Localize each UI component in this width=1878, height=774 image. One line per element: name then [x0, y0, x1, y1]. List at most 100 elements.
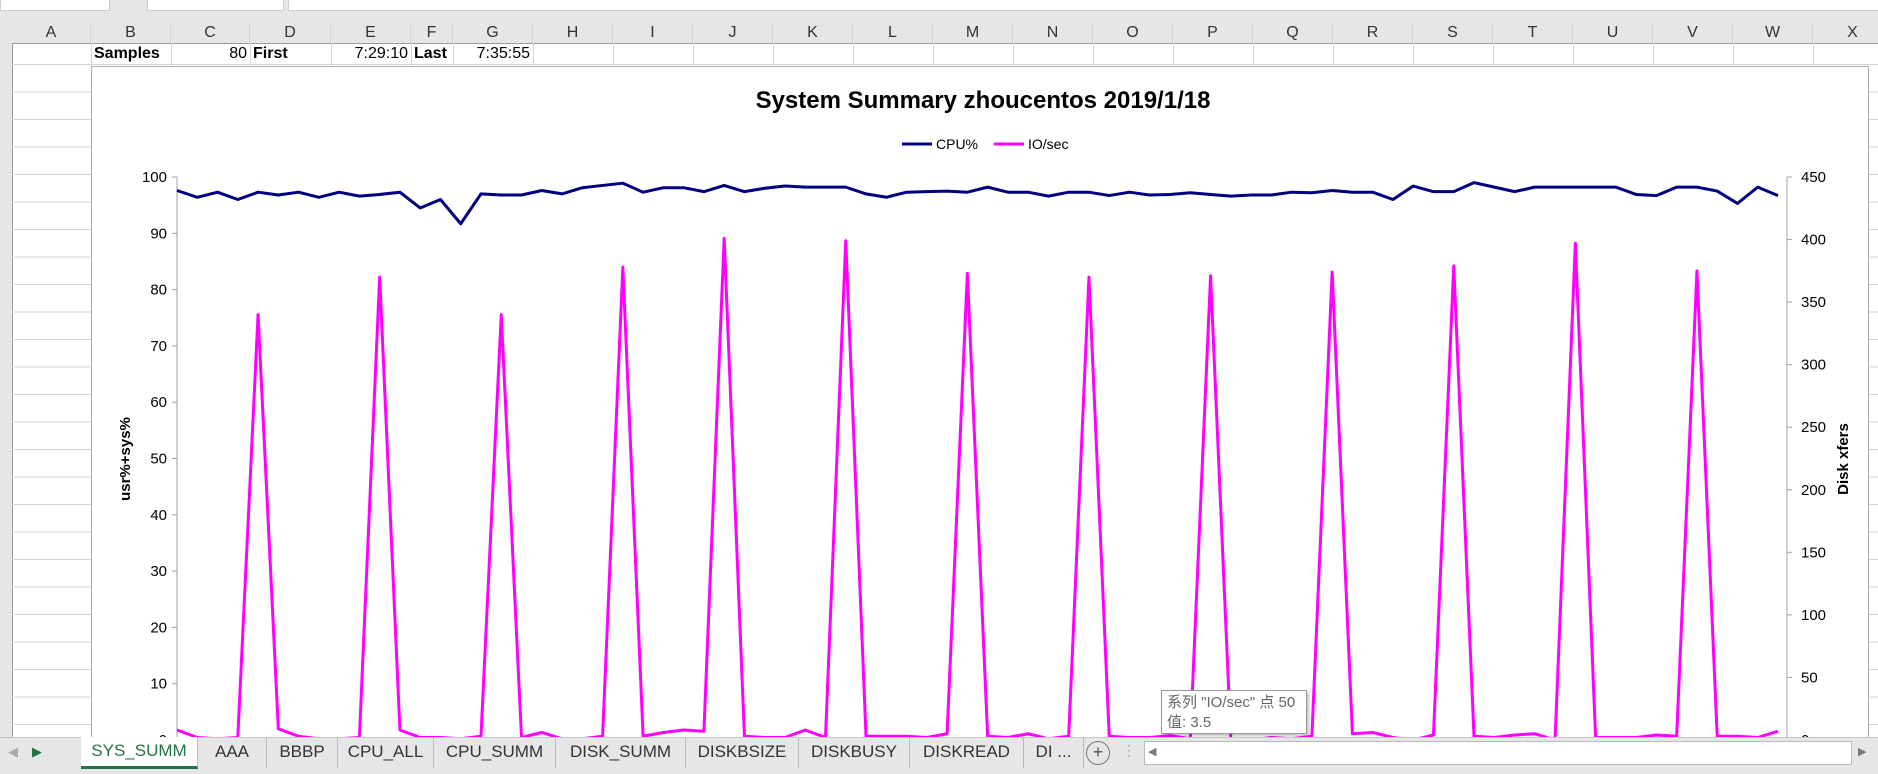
- y2-tick-label: 250: [1801, 419, 1826, 436]
- column-gridline: [1493, 43, 1494, 66]
- y-tick-label: 70: [150, 338, 167, 355]
- column-header-H[interactable]: H: [533, 22, 613, 43]
- column-header-A[interactable]: A: [12, 22, 91, 43]
- legend-io-label: IO/sec: [1028, 136, 1068, 152]
- y2-axis-title: Disk xfers: [1835, 423, 1852, 495]
- sheet-tab-cpu-all[interactable]: CPU_ALL: [338, 738, 434, 768]
- sheet-tab-disk-summ[interactable]: DISK_SUMM: [556, 738, 686, 768]
- y-tick-label: 100: [142, 169, 167, 186]
- column-gridline: [1413, 43, 1414, 66]
- y2-tick-label: 450: [1801, 169, 1826, 186]
- sheet-tab-bar: ◀ ▶ SYS_SUMM AAA BBBP CPU_ALL CPU_SUMM DISK_S…: [0, 737, 1878, 774]
- formula-buttons[interactable]: [147, 0, 284, 11]
- column-gridline: [1813, 43, 1814, 66]
- column-header-M[interactable]: M: [933, 22, 1013, 43]
- sheet-tab-di-[interactable]: DI ...: [1024, 738, 1084, 768]
- y-tick-label: 40: [150, 507, 167, 524]
- y2-tick-label: 50: [1801, 669, 1818, 686]
- column-gridline: [1173, 43, 1174, 66]
- sheet-tab-diskbsize[interactable]: DISKBSIZE: [686, 738, 799, 768]
- y2-tick-label: 350: [1801, 294, 1826, 311]
- y2-tick-label: 400: [1801, 232, 1826, 249]
- column-header-I[interactable]: I: [613, 22, 693, 43]
- column-gridline: [693, 43, 694, 66]
- column-header-C[interactable]: C: [171, 22, 250, 43]
- column-header-U[interactable]: U: [1573, 22, 1653, 43]
- samples-label[interactable]: Samples: [91, 43, 171, 65]
- column-gridline: [1093, 43, 1094, 66]
- column-gridline: [1733, 43, 1734, 66]
- column-header-bar: ABCDEFGHIJKLMNOPQRSTUVWX: [0, 22, 1878, 44]
- y2-tick-label: 300: [1801, 357, 1826, 374]
- column-header-E[interactable]: E: [331, 22, 411, 43]
- column-header-R[interactable]: R: [1333, 22, 1413, 43]
- chart-title: System Summary zhoucentos 2019/1/18: [756, 87, 1211, 114]
- column-header-O[interactable]: O: [1093, 22, 1173, 43]
- scroll-left-arrow-icon[interactable]: ◀: [1148, 745, 1156, 758]
- first-label[interactable]: First: [250, 43, 331, 65]
- formula-bar-area: [0, 0, 1878, 22]
- column-gridline: [1653, 43, 1654, 66]
- sheet-tab-sys-summ[interactable]: SYS_SUMM: [81, 737, 198, 769]
- chart[interactable]: System Summary zhoucentos 2019/1/18 CPU%…: [91, 66, 1869, 737]
- column-gridline: [533, 43, 534, 66]
- scroll-tabs-right-icon[interactable]: ▶: [32, 744, 42, 760]
- scroll-tabs-left-icon[interactable]: ◀: [8, 744, 18, 760]
- column-header-G[interactable]: G: [453, 22, 533, 43]
- add-sheet-icon[interactable]: +: [1086, 741, 1110, 765]
- data-point-tooltip: 系列 "IO/sec" 点 50 值: 3.5: [1161, 690, 1307, 734]
- y2-tick-label: 200: [1801, 482, 1826, 499]
- column-header-K[interactable]: K: [773, 22, 853, 43]
- formula-input[interactable]: [288, 0, 1878, 11]
- chart-svg: System Summary zhoucentos 2019/1/18 CPU%…: [117, 87, 1852, 737]
- sheet-tab-diskbusy[interactable]: DISKBUSY: [799, 738, 910, 768]
- column-header-S[interactable]: S: [1413, 22, 1493, 43]
- column-header-L[interactable]: L: [853, 22, 933, 43]
- y2-tick-label: 100: [1801, 607, 1826, 624]
- sheet-tab-cpu-summ[interactable]: CPU_SUMM: [434, 738, 556, 768]
- column-header-B[interactable]: B: [91, 22, 171, 43]
- column-header-N[interactable]: N: [1013, 22, 1093, 43]
- tooltip-series-line: 系列 "IO/sec" 点 50: [1167, 694, 1296, 711]
- name-box[interactable]: [0, 0, 110, 11]
- y-axis-title: usr%+sys%: [117, 417, 134, 501]
- samples-value[interactable]: 80: [171, 43, 250, 65]
- column-header-X[interactable]: X: [1813, 22, 1878, 43]
- tooltip-value-line: 值: 3.5: [1167, 714, 1212, 731]
- column-header-W[interactable]: W: [1733, 22, 1813, 43]
- column-header-F[interactable]: F: [411, 22, 453, 43]
- column-gridline: [933, 43, 934, 66]
- column-header-D[interactable]: D: [250, 22, 331, 43]
- scroll-right-arrow-icon[interactable]: ▶: [1858, 745, 1866, 758]
- column-header-T[interactable]: T: [1493, 22, 1573, 43]
- y-tick-label: 10: [150, 676, 167, 693]
- series-line-cpu[interactable]: [176, 181, 1779, 226]
- column-gridline: [1333, 43, 1334, 66]
- legend-cpu-label: CPU%: [936, 136, 978, 152]
- last-label[interactable]: Last: [411, 43, 453, 65]
- column-gridline: [773, 43, 774, 66]
- column-header-J[interactable]: J: [693, 22, 773, 43]
- column-header-P[interactable]: P: [1173, 22, 1253, 43]
- column-header-V[interactable]: V: [1653, 22, 1733, 43]
- last-value[interactable]: 7:35:55: [453, 43, 533, 65]
- splitter-handle[interactable]: ⋮: [1122, 742, 1136, 759]
- sheet-tab-bbbp[interactable]: BBBP: [267, 738, 338, 768]
- y2-tick-label: 150: [1801, 544, 1826, 561]
- column-gridline: [1013, 43, 1014, 66]
- first-value[interactable]: 7:29:10: [331, 43, 411, 65]
- sheet-tab-diskread[interactable]: DISKREAD: [910, 738, 1024, 768]
- y-tick-label: 30: [150, 563, 167, 580]
- y-tick-label: 80: [150, 282, 167, 299]
- legend: CPU% IO/sec: [902, 136, 1068, 152]
- y-tick-label: 60: [150, 394, 167, 411]
- y-tick-label: 50: [150, 451, 167, 468]
- column-gridline: [1253, 43, 1254, 66]
- series-line-io[interactable]: [176, 236, 1779, 737]
- column-gridline: [1573, 43, 1574, 66]
- y-tick-label: 90: [150, 225, 167, 242]
- sheet-tab-aaa[interactable]: AAA: [198, 738, 267, 768]
- horizontal-scrollbar[interactable]: ◀: [1144, 741, 1852, 765]
- column-gridline: [853, 43, 854, 66]
- column-header-Q[interactable]: Q: [1253, 22, 1333, 43]
